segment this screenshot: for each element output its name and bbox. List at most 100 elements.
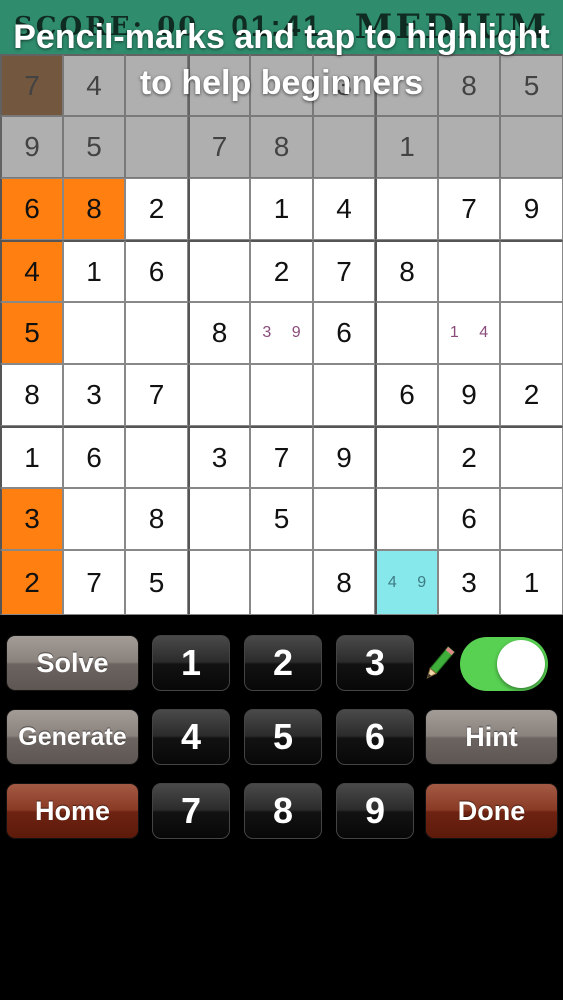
sudoku-cell-r2c3[interactable] bbox=[125, 116, 188, 178]
sudoku-cell-r3c3[interactable]: 2 bbox=[125, 178, 188, 240]
sudoku-cell-r2c5[interactable]: 8 bbox=[250, 116, 313, 178]
sudoku-cell-r4c2[interactable]: 1 bbox=[63, 240, 125, 302]
number-button-6[interactable]: 6 bbox=[336, 709, 414, 765]
sudoku-cell-r9c7[interactable]: 4 9 bbox=[375, 550, 438, 615]
hint-button[interactable]: Hint bbox=[425, 709, 558, 765]
pencil-mode-toggle[interactable] bbox=[460, 637, 548, 691]
sudoku-cell-r6c9[interactable]: 2 bbox=[500, 364, 563, 426]
sudoku-cell-r3c5[interactable]: 1 bbox=[250, 178, 313, 240]
sudoku-cell-r9c9[interactable]: 1 bbox=[500, 550, 563, 615]
sudoku-cell-r9c1[interactable]: 2 bbox=[0, 550, 63, 615]
sudoku-cell-r2c7[interactable]: 1 bbox=[375, 116, 438, 178]
sudoku-cell-r3c1[interactable]: 6 bbox=[0, 178, 63, 240]
sudoku-cell-r3c4[interactable] bbox=[188, 178, 250, 240]
sudoku-cell-r7c1[interactable]: 1 bbox=[0, 426, 63, 488]
cell-value: 6 bbox=[24, 193, 40, 224]
number-button-8[interactable]: 8 bbox=[244, 783, 322, 839]
sudoku-cell-r8c2[interactable] bbox=[63, 488, 125, 550]
sudoku-cell-r5c5[interactable]: 3 9 bbox=[250, 302, 313, 364]
sudoku-cell-r5c1[interactable]: 5 bbox=[0, 302, 63, 364]
sudoku-cell-r4c3[interactable]: 6 bbox=[125, 240, 188, 302]
sudoku-cell-r3c6[interactable]: 4 bbox=[313, 178, 375, 240]
sudoku-cell-r6c4[interactable] bbox=[188, 364, 250, 426]
number-button-3[interactable]: 3 bbox=[336, 635, 414, 691]
sudoku-cell-r7c8[interactable]: 2 bbox=[438, 426, 500, 488]
sudoku-cell-r4c1[interactable]: 4 bbox=[0, 240, 63, 302]
sudoku-cell-r6c7[interactable]: 6 bbox=[375, 364, 438, 426]
sudoku-cell-r5c3[interactable] bbox=[125, 302, 188, 364]
sudoku-cell-r8c1[interactable]: 3 bbox=[0, 488, 63, 550]
sudoku-cell-r4c5[interactable]: 2 bbox=[250, 240, 313, 302]
sudoku-cell-r3c8[interactable]: 7 bbox=[438, 178, 500, 240]
sudoku-cell-r2c2[interactable]: 5 bbox=[63, 116, 125, 178]
sudoku-cell-r2c9[interactable] bbox=[500, 116, 563, 178]
sudoku-cell-r5c9[interactable] bbox=[500, 302, 563, 364]
sudoku-cell-r9c2[interactable]: 7 bbox=[63, 550, 125, 615]
sudoku-cell-r4c8[interactable] bbox=[438, 240, 500, 302]
sudoku-cell-r7c9[interactable] bbox=[500, 426, 563, 488]
sudoku-cell-r7c6[interactable]: 9 bbox=[313, 426, 375, 488]
sudoku-cell-r9c8[interactable]: 3 bbox=[438, 550, 500, 615]
sudoku-cell-r8c5[interactable]: 5 bbox=[250, 488, 313, 550]
sudoku-cell-r8c8[interactable]: 6 bbox=[438, 488, 500, 550]
done-button[interactable]: Done bbox=[425, 783, 558, 839]
number-button-1[interactable]: 1 bbox=[152, 635, 230, 691]
sudoku-cell-r8c3[interactable]: 8 bbox=[125, 488, 188, 550]
sudoku-cell-r7c4[interactable]: 3 bbox=[188, 426, 250, 488]
cell-value: 3 bbox=[24, 503, 40, 534]
cell-value: 9 bbox=[336, 441, 352, 473]
sudoku-cell-r3c7[interactable] bbox=[375, 178, 438, 240]
toggle-knob[interactable] bbox=[497, 640, 545, 688]
number-button-2[interactable]: 2 bbox=[244, 635, 322, 691]
solve-button[interactable]: Solve bbox=[6, 635, 139, 691]
sudoku-cell-r6c8[interactable]: 9 bbox=[438, 364, 500, 426]
sudoku-cell-r8c6[interactable] bbox=[313, 488, 375, 550]
sudoku-cell-r6c2[interactable]: 3 bbox=[63, 364, 125, 426]
sudoku-cell-r8c9[interactable] bbox=[500, 488, 563, 550]
number-button-9[interactable]: 9 bbox=[336, 783, 414, 839]
sudoku-cell-r2c6[interactable] bbox=[313, 116, 375, 178]
sudoku-cell-r7c2[interactable]: 6 bbox=[63, 426, 125, 488]
sudoku-cell-r9c5[interactable] bbox=[250, 550, 313, 615]
sudoku-cell-r5c7[interactable] bbox=[375, 302, 438, 364]
number-button-4[interactable]: 4 bbox=[152, 709, 230, 765]
sudoku-cell-r7c7[interactable] bbox=[375, 426, 438, 488]
sudoku-cell-r4c4[interactable] bbox=[188, 240, 250, 302]
home-button[interactable]: Home bbox=[6, 783, 139, 839]
cell-value: 9 bbox=[461, 379, 477, 410]
sudoku-cell-r2c4[interactable]: 7 bbox=[188, 116, 250, 178]
sudoku-cell-r8c4[interactable] bbox=[188, 488, 250, 550]
cell-value: 2 bbox=[24, 566, 40, 598]
sudoku-cell-r7c3[interactable] bbox=[125, 426, 188, 488]
sudoku-cell-r3c9[interactable]: 9 bbox=[500, 178, 563, 240]
cell-value: 2 bbox=[273, 255, 290, 287]
sudoku-cell-r7c5[interactable]: 7 bbox=[250, 426, 313, 488]
sudoku-cell-r9c6[interactable]: 8 bbox=[313, 550, 375, 615]
sudoku-cell-r5c8[interactable]: 1 4 bbox=[438, 302, 500, 364]
sudoku-cell-r9c3[interactable]: 5 bbox=[125, 550, 188, 615]
sudoku-cell-r6c1[interactable]: 8 bbox=[0, 364, 63, 426]
cell-value: 1 bbox=[86, 255, 102, 287]
sudoku-cell-r9c4[interactable] bbox=[188, 550, 250, 615]
sudoku-cell-r4c6[interactable]: 7 bbox=[313, 240, 375, 302]
sudoku-cell-r2c1[interactable]: 9 bbox=[0, 116, 63, 178]
sudoku-cell-r5c4[interactable]: 8 bbox=[188, 302, 250, 364]
sudoku-cell-r4c7[interactable]: 8 bbox=[375, 240, 438, 302]
sudoku-board: 74385957816821479416278583 961 483769216… bbox=[0, 54, 563, 615]
number-button-5[interactable]: 5 bbox=[244, 709, 322, 765]
sudoku-cell-r5c6[interactable]: 6 bbox=[313, 302, 375, 364]
sudoku-cell-r6c3[interactable]: 7 bbox=[125, 364, 188, 426]
sudoku-cell-r5c2[interactable] bbox=[63, 302, 125, 364]
sudoku-cell-r3c2[interactable]: 8 bbox=[63, 178, 125, 240]
pencil-icon bbox=[426, 646, 455, 679]
generate-button[interactable]: Generate bbox=[6, 709, 139, 765]
number-button-7[interactable]: 7 bbox=[152, 783, 230, 839]
sudoku-cell-r4c9[interactable] bbox=[500, 240, 563, 302]
cell-value: 1 bbox=[273, 193, 290, 224]
cell-value: 8 bbox=[148, 503, 165, 534]
sudoku-cell-r8c7[interactable] bbox=[375, 488, 438, 550]
promo-caption-text: Pencil-marks and tap to highlight to hel… bbox=[13, 18, 550, 102]
sudoku-cell-r6c5[interactable] bbox=[250, 364, 313, 426]
sudoku-cell-r2c8[interactable] bbox=[438, 116, 500, 178]
sudoku-cell-r6c6[interactable] bbox=[313, 364, 375, 426]
